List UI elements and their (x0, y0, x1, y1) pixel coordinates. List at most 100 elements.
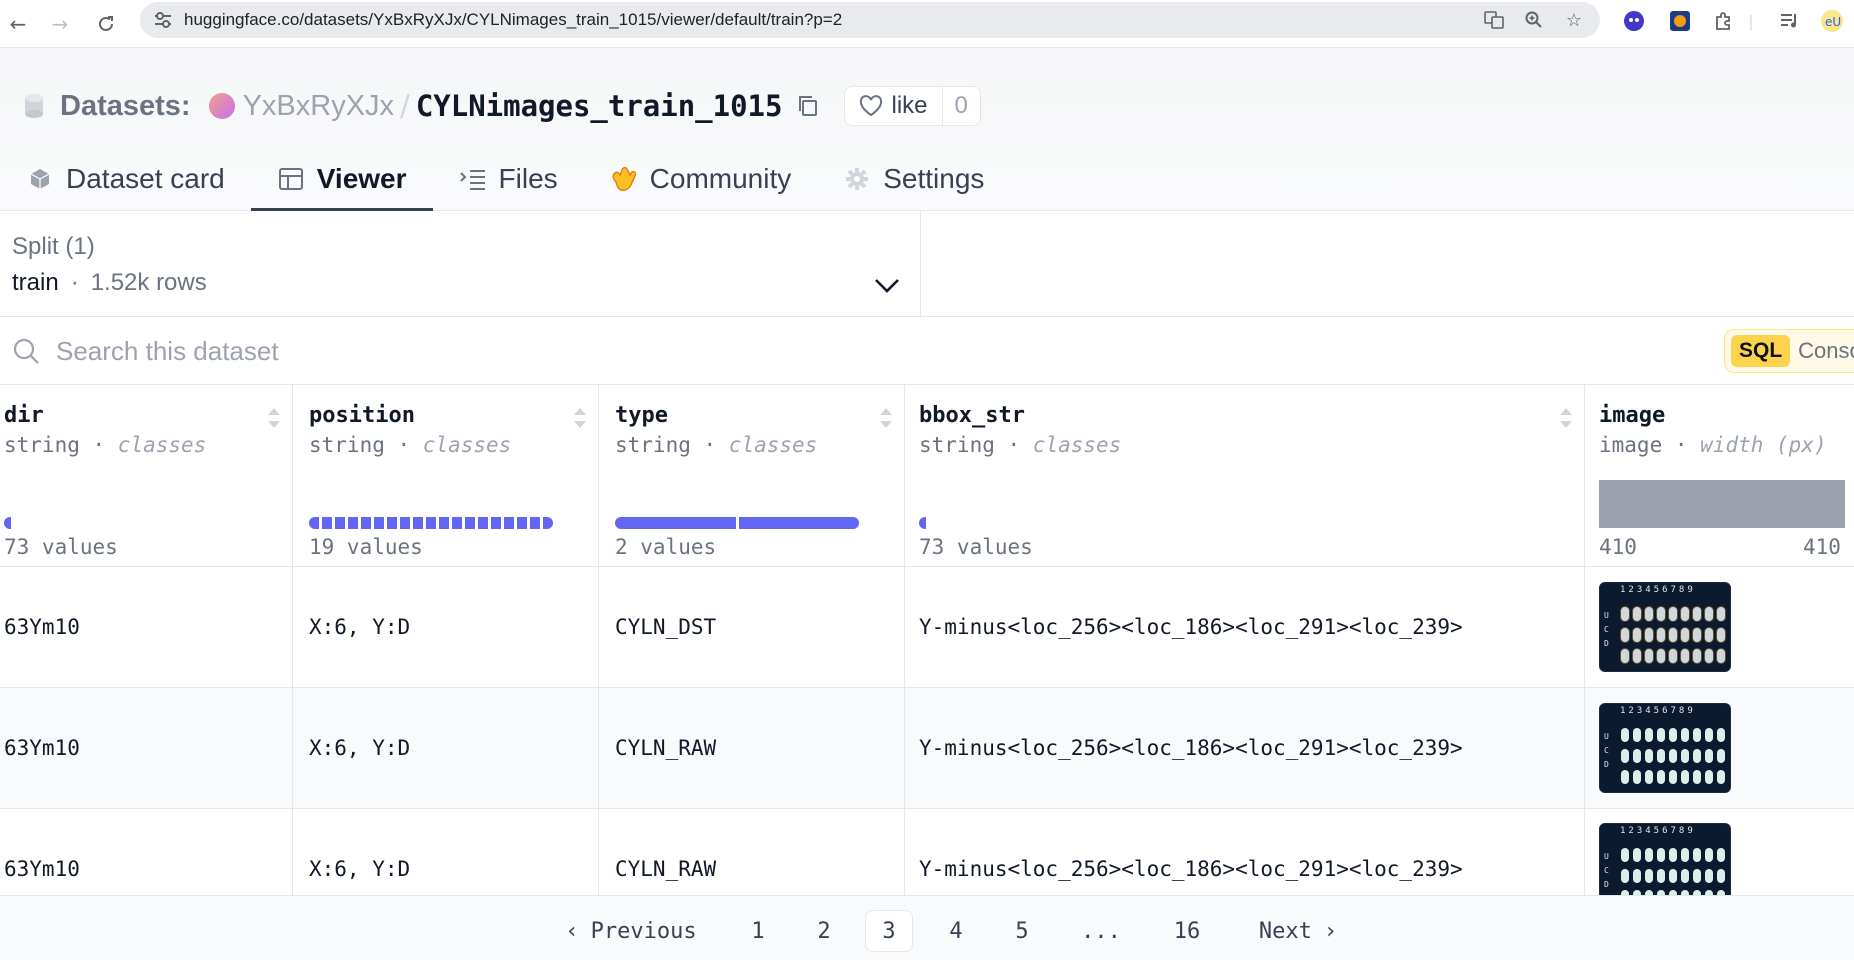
site-info-icon[interactable] (152, 9, 174, 31)
previous-page-button[interactable]: ‹ Previous (558, 910, 704, 952)
table-cell[interactable]: 63Ym10 (0, 688, 292, 809)
table-cell[interactable]: CYLN_RAW (599, 809, 904, 895)
bottle-shape (1657, 748, 1665, 763)
bookmark-star-icon[interactable]: ☆ (1562, 9, 1586, 31)
sort-icon[interactable] (1558, 405, 1574, 431)
table-cell[interactable]: CYLN_RAW (599, 688, 904, 809)
address-bar[interactable]: huggingface.co/datasets/YxBxRyXJx/CYLNim… (140, 2, 1600, 38)
tab-label: Viewer (316, 162, 407, 194)
split-selector[interactable]: Split (1) train · 1.52k rows (0, 211, 921, 317)
bottle-shape (1621, 868, 1629, 883)
tab-dataset-card[interactable]: Dataset card (0, 146, 251, 211)
image-thumbnail[interactable]: 123456789 UCD (1599, 823, 1731, 895)
bottle-shape (1717, 769, 1725, 784)
page-link[interactable]: 5 (997, 910, 1047, 952)
bottle-shape (1693, 728, 1701, 743)
histogram-segment[interactable] (478, 517, 488, 529)
like-count[interactable]: 0 (943, 92, 980, 120)
page-link-current[interactable]: 3 (865, 910, 913, 952)
page-link[interactable]: 2 (799, 910, 849, 952)
bottle-shape (1669, 748, 1677, 763)
search-bar: SQL Console (0, 317, 1854, 385)
page-link[interactable]: 16 (1159, 910, 1215, 952)
histogram-segment[interactable] (387, 517, 397, 529)
table-cell[interactable]: 123456789 UCD (1585, 567, 1854, 688)
column-stats: 73 values (4, 535, 118, 559)
histogram-segment[interactable] (361, 517, 371, 529)
tab-viewer[interactable]: Viewer (250, 146, 433, 211)
sort-icon[interactable] (572, 405, 588, 431)
histogram-segment[interactable] (400, 517, 410, 529)
histogram[interactable] (4, 517, 11, 529)
bottle-shape (1681, 769, 1689, 784)
sort-icon[interactable] (266, 405, 282, 431)
column-stats-max: 410 (1803, 535, 1841, 559)
bottle-shape (1717, 648, 1725, 663)
split-panel-empty (921, 211, 1854, 317)
page-link[interactable]: 1 (733, 910, 783, 952)
extensions-puzzle-icon[interactable] (1712, 9, 1736, 33)
owner-link[interactable]: YxBxRyXJx (243, 90, 394, 123)
histogram[interactable] (615, 517, 859, 529)
table-cell[interactable]: Y-minus<loc_256><loc_186><loc_291><loc_2… (905, 567, 1584, 688)
histogram-segment[interactable] (530, 517, 540, 529)
histogram-segment[interactable] (543, 517, 553, 529)
table-cell[interactable]: CYLN_DST (599, 567, 904, 688)
histogram-segment[interactable] (452, 517, 462, 529)
histogram-segment[interactable] (322, 517, 332, 529)
histogram-segment[interactable] (504, 517, 514, 529)
histogram-segment[interactable] (413, 517, 423, 529)
profile-avatar-icon[interactable]: eU (1820, 9, 1844, 33)
repo-name-link[interactable]: CYLNimages_train_1015 (416, 89, 783, 123)
search-input[interactable] (56, 333, 956, 369)
histogram[interactable] (919, 517, 926, 529)
histogram-segment[interactable] (374, 517, 384, 529)
histogram-bar[interactable] (1599, 480, 1845, 528)
url-text[interactable]: huggingface.co/datasets/YxBxRyXJx/CYLNim… (184, 10, 842, 30)
table-cell[interactable]: 63Ym10 (0, 567, 292, 688)
table-cell[interactable]: 63Ym10 (0, 809, 292, 895)
tab-label: Settings (883, 162, 985, 194)
histogram-segment[interactable] (309, 517, 319, 529)
datasets-link[interactable]: Datasets: (60, 90, 191, 123)
table-cell[interactable]: Y-minus<loc_256><loc_186><loc_291><loc_2… (905, 809, 1584, 895)
table-cell[interactable]: X:6, Y:D (293, 809, 598, 895)
bottle-shape (1705, 648, 1713, 663)
sql-console-button[interactable]: SQL Console (1724, 329, 1854, 373)
image-thumbnail[interactable]: 123456789 UCD (1599, 582, 1731, 672)
chevron-down-icon[interactable] (872, 273, 902, 297)
table-cell[interactable]: 123456789 UCD (1585, 688, 1854, 809)
media-control-icon[interactable] (1778, 9, 1802, 33)
extension-colorful-icon[interactable] (1668, 9, 1692, 33)
tab-files[interactable]: Files (433, 146, 584, 211)
image-thumbnail[interactable]: 123456789 UCD (1599, 703, 1731, 793)
table-cell[interactable]: 123456789 UCD (1585, 809, 1854, 895)
table-cell[interactable]: X:6, Y:D (293, 688, 598, 809)
back-icon[interactable]: ← (2, 8, 34, 40)
histogram-segment[interactable] (491, 517, 501, 529)
zoom-icon[interactable] (1522, 9, 1546, 31)
histogram-segment[interactable] (465, 517, 475, 529)
table-cell[interactable]: Y-minus<loc_256><loc_186><loc_291><loc_2… (905, 688, 1584, 809)
page-link[interactable]: 4 (931, 910, 981, 952)
owner-avatar[interactable] (208, 93, 235, 119)
histogram[interactable] (309, 517, 553, 529)
column-name: dir (4, 403, 44, 428)
histogram-segment[interactable] (426, 517, 436, 529)
tab-community[interactable]: Community (584, 146, 818, 211)
histogram-segment[interactable] (517, 517, 527, 529)
table-cell[interactable]: X:6, Y:D (293, 567, 598, 688)
forward-icon[interactable]: → (44, 8, 76, 40)
like-button[interactable]: like (845, 87, 943, 125)
split-separator: · (70, 269, 79, 296)
histogram-segment[interactable] (348, 517, 358, 529)
histogram-segment[interactable] (335, 517, 345, 529)
reload-icon[interactable] (90, 8, 122, 40)
translate-icon[interactable] (1482, 9, 1506, 31)
sort-icon[interactable] (878, 405, 894, 431)
tab-settings[interactable]: Settings (817, 146, 1010, 211)
copy-icon[interactable] (796, 93, 820, 119)
histogram-segment[interactable] (439, 517, 449, 529)
extension-face-icon[interactable] (1622, 9, 1646, 33)
next-page-button[interactable]: Next › (1246, 910, 1350, 952)
